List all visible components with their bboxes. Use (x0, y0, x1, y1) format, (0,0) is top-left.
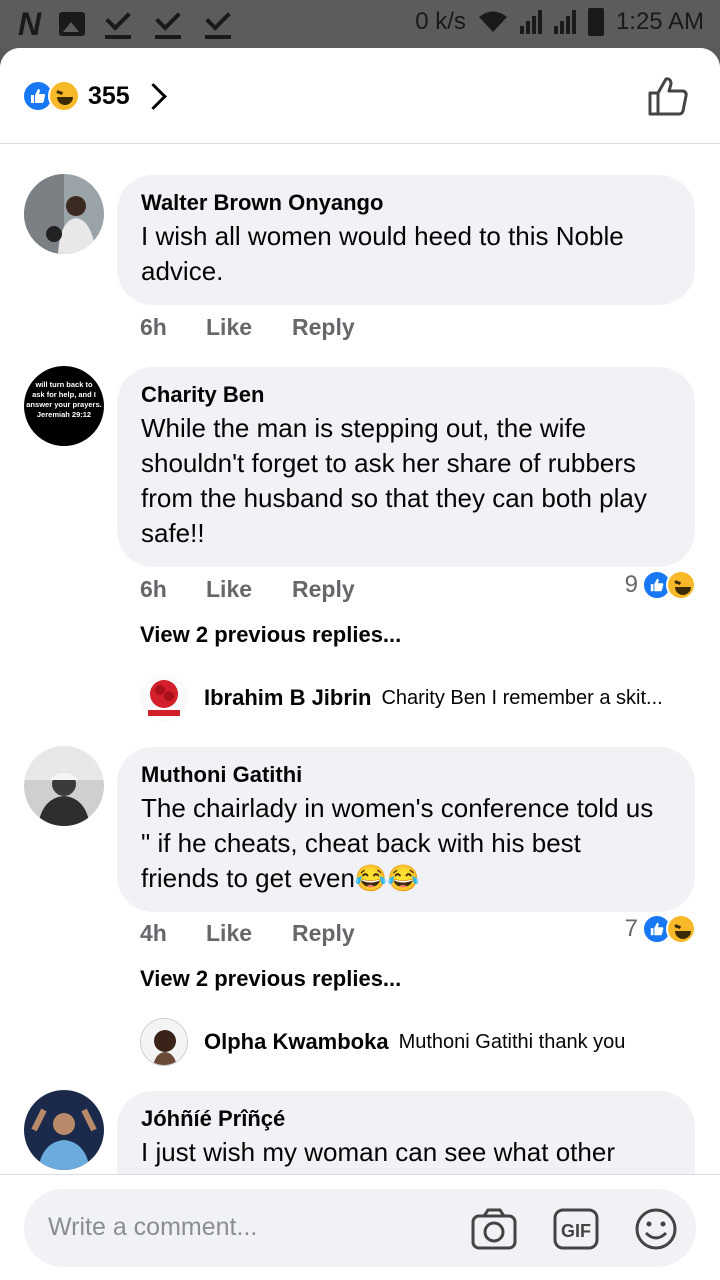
reply-preview[interactable]: Ibrahim B Jibrin Charity Ben I remember … (140, 674, 663, 722)
comment-time: 4h (140, 920, 167, 946)
comment-time: 6h (140, 576, 167, 602)
haha-reaction-icon (666, 914, 696, 944)
clock: 1:25 AM (615, 8, 704, 35)
like-button[interactable]: Like (206, 920, 292, 947)
comment-text: I just wish my woman can see what other (141, 1135, 671, 1170)
sheet-header: 355 (0, 48, 720, 144)
comment-meta: 6h Like Reply (140, 314, 355, 341)
thumbs-up-icon[interactable] (646, 74, 690, 118)
reply-text: Muthoni Gatithi thank you (398, 1030, 626, 1053)
comment-reaction-count: 7 (624, 915, 638, 942)
signal-icon (553, 10, 576, 34)
status-indicators: 0 k/s 1:25 AM (415, 8, 704, 36)
comment-time: 6h (140, 314, 167, 340)
haha-reaction-icon (666, 570, 696, 600)
download-done-icon (203, 9, 235, 39)
reply-preview[interactable]: Olpha Kwamboka Muthoni Gatithi thank you (140, 1018, 625, 1066)
comment-bubble[interactable]: Jóhñíé Prîñçé I just wish my woman can s… (117, 1091, 695, 1174)
comment-meta: 6h Like Reply (140, 576, 355, 603)
reply-avatar[interactable] (140, 1018, 188, 1066)
reply-author[interactable]: Olpha Kwamboka (204, 1029, 389, 1055)
download-done-icon (153, 9, 185, 39)
comment-line: I just wish my woman can see what other (141, 1137, 615, 1167)
comments-list: Walter Brown Onyango I wish all women wo… (0, 144, 720, 1174)
avatar-text: answer your prayers. (26, 400, 102, 409)
gif-icon[interactable]: GIF (552, 1207, 600, 1251)
avatar[interactable] (24, 174, 104, 254)
status-bar: N 0 k/s 1:25 AM (0, 0, 720, 48)
battery-icon (587, 8, 604, 36)
commenter-name[interactable]: Walter Brown Onyango (141, 189, 671, 217)
commenter-name[interactable]: Charity Ben (141, 381, 671, 409)
comment-bubble[interactable]: Muthoni Gatithi The chairlady in women's… (117, 747, 695, 912)
notification-icons: N (18, 8, 235, 40)
avatar[interactable]: will turn back to ask for help, and I an… (24, 366, 104, 446)
comments-sheet: 355 Walter Brown Onyango I wish all wome… (0, 48, 720, 1280)
reply-button[interactable]: Reply (292, 576, 355, 603)
image-notification-icon (59, 12, 86, 36)
comment-text: While the man is stepping out, the wife … (141, 411, 671, 551)
comment-line: shouldn't forget to ask her share of rub… (141, 448, 636, 478)
commenter-name[interactable]: Jóhñíé Prîñçé (141, 1105, 671, 1133)
comment-line: The chairlady in women's conference told… (141, 793, 654, 823)
reply-author[interactable]: Ibrahim B Jibrin (204, 685, 371, 711)
reply-avatar[interactable] (140, 674, 188, 722)
signal-icon (519, 10, 542, 34)
comment-line: " if he cheats, cheat back with his best (141, 828, 581, 858)
comment-line: friends to get even😂😂 (141, 863, 420, 893)
reply-button[interactable]: Reply (292, 314, 355, 341)
svg-text:GIF: GIF (561, 1221, 591, 1241)
reply-text: Charity Ben I remember a skit... (381, 686, 663, 709)
reaction-summary[interactable]: 355 (22, 80, 162, 112)
like-button[interactable]: Like (206, 314, 292, 341)
comment-input-box[interactable]: GIF (24, 1189, 696, 1267)
comment-line: While the man is stepping out, the wife (141, 413, 587, 443)
commenter-name[interactable]: Muthoni Gatithi (141, 761, 671, 789)
comment-line: safe!! (141, 518, 205, 548)
comment-bubble[interactable]: Charity Ben While the man is stepping ou… (117, 367, 695, 567)
chevron-right-icon[interactable] (144, 81, 162, 111)
comment-bubble[interactable]: Walter Brown Onyango I wish all women wo… (117, 175, 695, 305)
reply-button[interactable]: Reply (292, 920, 355, 947)
comment-line: I wish all women would heed to this Nobl… (141, 221, 624, 251)
like-button[interactable]: Like (206, 576, 292, 603)
comment-reactions[interactable]: 9 (625, 570, 696, 600)
download-done-icon (103, 9, 135, 39)
avatar-text: ask for help, and I (32, 390, 96, 399)
camera-icon[interactable] (470, 1207, 518, 1251)
comment-composer: GIF (0, 1174, 720, 1280)
view-previous-replies[interactable]: View 2 previous replies... (140, 622, 401, 648)
comment-input[interactable] (48, 1213, 448, 1242)
comment-text: I wish all women would heed to this Nobl… (141, 219, 671, 289)
emoji-icon[interactable] (632, 1207, 680, 1251)
avatar[interactable] (24, 1090, 104, 1170)
haha-reaction-icon (48, 80, 80, 112)
avatar[interactable] (24, 746, 104, 826)
comment-reactions[interactable]: 7 (625, 914, 696, 944)
avatar-text: will turn back to (35, 380, 93, 389)
comment-text: The chairlady in women's conference told… (141, 791, 671, 896)
comment-reaction-count: 9 (624, 571, 638, 598)
view-previous-replies[interactable]: View 2 previous replies... (140, 966, 401, 992)
comment-meta: 4h Like Reply (140, 920, 355, 947)
comment-line: from the husband so that they can both p… (141, 483, 647, 513)
wifi-icon (478, 11, 507, 32)
comment-line: advice. (141, 256, 224, 286)
reaction-count: 355 (88, 81, 130, 110)
network-speed: 0 k/s (415, 8, 466, 35)
n-app-icon: N (18, 6, 42, 42)
avatar-text: Jeremiah 29:12 (36, 410, 92, 419)
